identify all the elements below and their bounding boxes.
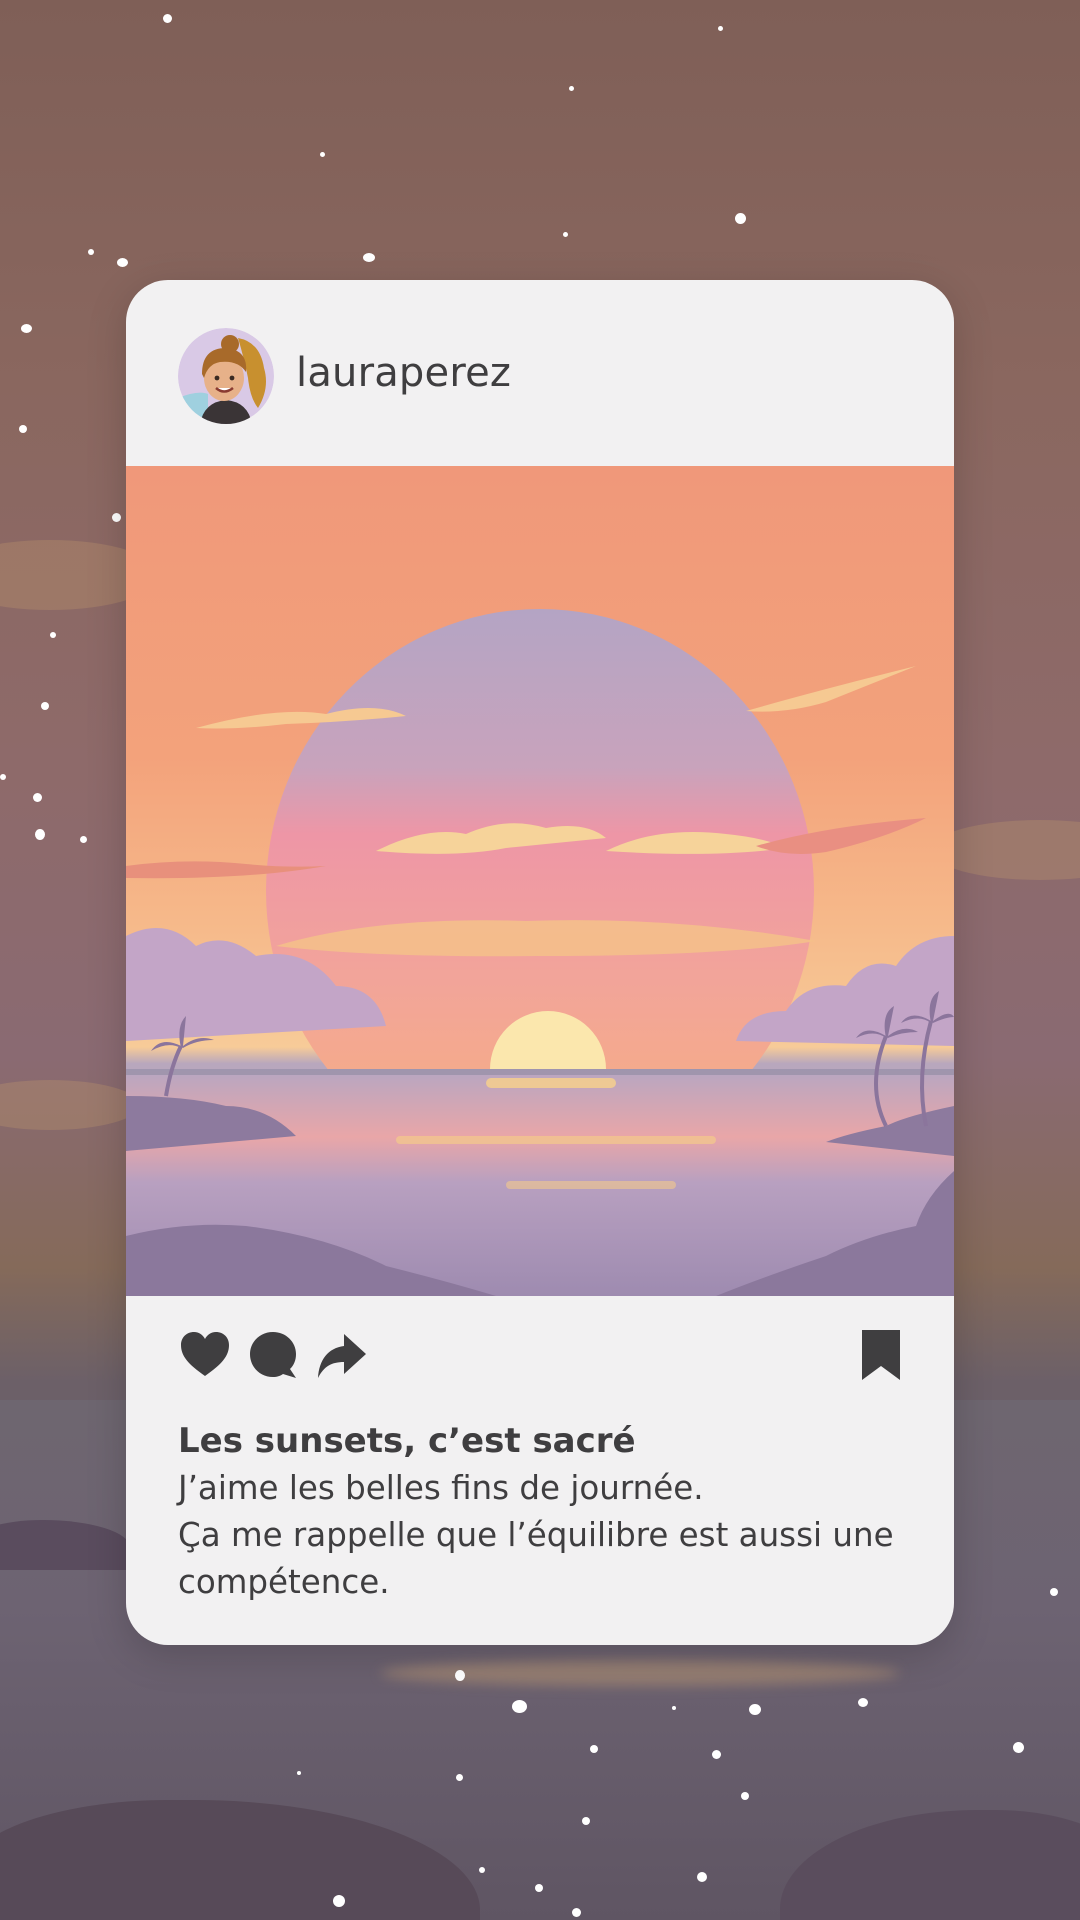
sparkle-dot	[320, 152, 325, 157]
caption-line: J’aime les belles fins de journée.	[178, 1469, 704, 1507]
avatar[interactable]	[178, 328, 274, 424]
sparkle-dot	[163, 14, 172, 23]
sparkle-dot	[697, 1872, 707, 1882]
sparkle-dot	[41, 702, 49, 710]
sparkle-dot	[563, 232, 568, 237]
sparkle-dot	[33, 793, 42, 802]
sparkle-dot	[712, 1750, 721, 1759]
sparkle-dot	[456, 1774, 463, 1781]
sparkle-dot	[21, 324, 32, 333]
sparkle-dot	[117, 258, 128, 267]
sparkle-dot	[718, 26, 723, 31]
comment-bubble-icon[interactable]	[246, 1328, 300, 1382]
sparkle-dot	[590, 1745, 598, 1753]
sparkle-dot	[512, 1700, 527, 1713]
sparkle-dot	[35, 829, 45, 840]
sparkle-dot	[19, 425, 27, 433]
sparkle-dot	[479, 1867, 485, 1873]
heart-icon[interactable]	[178, 1328, 232, 1382]
sparkle-dot	[535, 1884, 543, 1892]
caption-line: Ça me rappelle que l’équilibre est aussi…	[178, 1516, 894, 1601]
sparkle-dot	[80, 836, 87, 843]
sparkle-dot	[672, 1706, 676, 1710]
sparkle-dot	[735, 213, 746, 224]
bookmark-icon[interactable]	[854, 1328, 908, 1382]
sparkle-dot	[50, 632, 56, 638]
post-image[interactable]	[126, 466, 954, 1296]
sparkle-dot	[749, 1704, 761, 1715]
sparkle-dot	[112, 513, 121, 522]
post-card: lauraperez Les sunsets, c’est sacré J’ai…	[126, 280, 954, 1645]
sparkle-dot	[0, 774, 6, 780]
sparkle-dot	[1013, 1742, 1024, 1753]
sparkle-dot	[569, 86, 574, 91]
sparkle-dot	[297, 1771, 301, 1775]
sparkle-dot	[455, 1670, 465, 1681]
caption-title: Les sunsets, c’est sacré	[178, 1421, 636, 1461]
post-header: lauraperez	[126, 280, 954, 466]
sparkle-dot	[1050, 1588, 1058, 1596]
share-arrow-icon[interactable]	[314, 1328, 368, 1382]
sparkle-dot	[333, 1895, 345, 1907]
sparkle-dot	[88, 249, 94, 255]
post-caption: Les sunsets, c’est sacré J’aime les bell…	[178, 1418, 908, 1606]
sparkle-dot	[572, 1908, 581, 1917]
username[interactable]: lauraperez	[296, 350, 511, 396]
sparkle-dot	[741, 1792, 749, 1800]
post-actions	[126, 1328, 954, 1388]
sparkle-dot	[363, 253, 375, 262]
sparkle-dot	[582, 1817, 590, 1825]
sparkle-dot	[858, 1698, 868, 1707]
